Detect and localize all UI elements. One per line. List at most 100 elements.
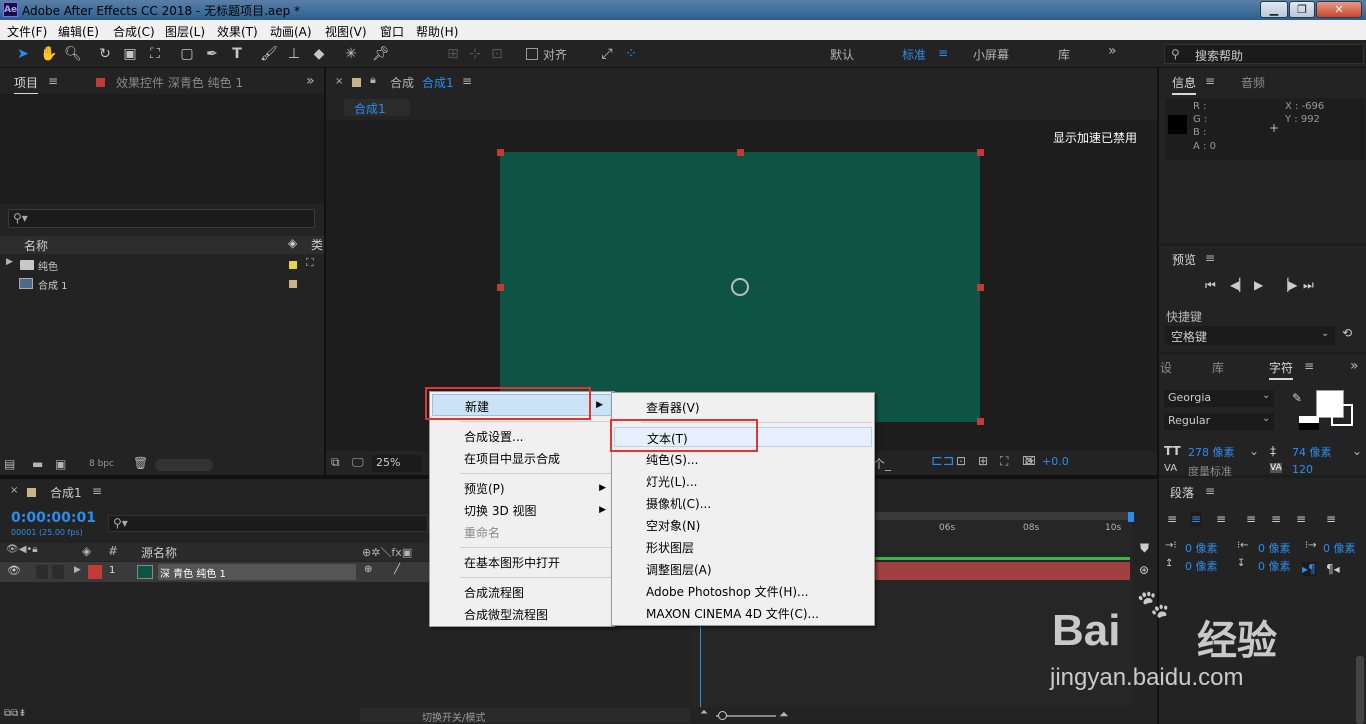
space-after-value[interactable]: 0 像素	[1258, 558, 1291, 574]
snap-target-icon[interactable]: ⁘	[622, 45, 640, 63]
menu-file[interactable]: 文件(F)	[7, 23, 47, 40]
align-center-icon[interactable]: ≡	[1191, 512, 1202, 526]
leading-value[interactable]: 74 像素	[1292, 444, 1332, 460]
type-tool-icon[interactable]: T	[228, 45, 246, 63]
transform-handle[interactable]	[497, 149, 504, 156]
ltr-direction-icon[interactable]: ▸¶	[1302, 562, 1316, 576]
pen-tool-icon[interactable]: ✒	[203, 45, 221, 63]
fast-preview-icon[interactable]: ⊏⊐	[931, 453, 954, 469]
viewer-tab-menu-icon[interactable]: ≡	[462, 74, 472, 88]
menu-item-preview[interactable]: 预览(P)	[464, 480, 505, 497]
menu-composition[interactable]: 合成(C)	[113, 23, 155, 40]
menu-item-composition-settings[interactable]: 合成设置...	[464, 428, 523, 445]
quality-switch-icon[interactable]: ╱	[394, 564, 400, 575]
eyedropper-icon[interactable]: ✎	[1292, 391, 1302, 405]
menu-item-comp-flowchart[interactable]: 合成流程图	[464, 584, 524, 601]
justify-right-icon[interactable]: ≡	[1296, 512, 1306, 526]
indent-left-value[interactable]: 0 像素	[1185, 540, 1218, 556]
menu-item-comp-mini-flowchart[interactable]: 合成微型流程图	[464, 606, 548, 623]
submenu-item-viewer[interactable]: 查看器(V)	[646, 399, 700, 416]
transform-handle[interactable]	[977, 284, 984, 291]
submenu-item-solid[interactable]: 纯色(S)...	[646, 451, 698, 468]
list-item[interactable]: 合成 1	[0, 274, 324, 293]
close-tab-icon[interactable]: ×	[335, 76, 343, 87]
paragraph-menu-icon[interactable]: ≡	[1205, 484, 1215, 498]
workspace-standard[interactable]: 标准	[902, 46, 926, 63]
transparency-grid-icon[interactable]: ⊡	[956, 454, 966, 468]
label-color-swatch[interactable]	[289, 280, 297, 288]
expand-arrow-icon[interactable]: ▶	[74, 565, 81, 575]
eraser-tool-icon[interactable]: ◆	[310, 45, 328, 63]
workspace-small-screen[interactable]: 小屏幕	[973, 46, 1009, 63]
info-menu-icon[interactable]: ≡	[1205, 74, 1215, 88]
timeline-tab[interactable]: 合成1	[50, 484, 82, 501]
menu-animation[interactable]: 动画(A)	[270, 23, 312, 40]
label-column-icon[interactable]: ◈	[288, 236, 297, 250]
table-row[interactable]: 👁︎ ▶ 1 深 青色 纯色 1 ⊕ ╱	[0, 562, 430, 582]
rtl-direction-icon[interactable]: ¶◂	[1326, 562, 1340, 576]
kern-value[interactable]: 120	[1292, 463, 1313, 476]
menu-item-open-in-essential-graphics[interactable]: 在基本图形中打开	[464, 554, 560, 571]
first-frame-icon[interactable]: ⏮	[1205, 278, 1216, 293]
panel-more-icon[interactable]: »	[1350, 358, 1359, 374]
column-name[interactable]: 名称	[24, 237, 48, 254]
breadcrumb[interactable]: 合成1	[344, 99, 410, 116]
reset-exposure-icon[interactable]: ⟳	[1025, 455, 1034, 468]
menu-layer[interactable]: 图层(L)	[165, 23, 205, 40]
last-frame-icon[interactable]: ⏭	[1303, 278, 1314, 293]
label-color-swatch[interactable]	[289, 261, 297, 269]
roto-brush-tool-icon[interactable]: ✳	[342, 45, 360, 63]
transform-handle[interactable]	[977, 149, 984, 156]
exposure-value[interactable]: +0.0	[1042, 455, 1069, 468]
workspace-default[interactable]: 默认	[830, 46, 854, 63]
submenu-item-camera[interactable]: 摄像机(C)...	[646, 495, 711, 512]
zoom-marker-icon[interactable]: ⊛	[1139, 563, 1149, 577]
tab-project[interactable]: 项目	[14, 74, 39, 95]
submenu-item-cinema4d-file[interactable]: MAXON CINEMA 4D 文件(C)...	[646, 605, 819, 622]
monitor-icon[interactable]: 🖵︎	[352, 455, 364, 470]
viewer-tab-comp[interactable]: 合成1	[422, 74, 454, 91]
timeline-menu-icon[interactable]: ≡	[92, 484, 102, 498]
fill-stroke-toggle[interactable]	[1299, 416, 1319, 430]
rectangle-tool-icon[interactable]: ▢	[178, 45, 196, 63]
comp-marker-icon[interactable]: ⛊	[1140, 541, 1149, 556]
type-column-label[interactable]: 类	[311, 236, 323, 253]
flowchart-icon[interactable]: ⛶	[1000, 454, 1008, 469]
zoom-slider-knob[interactable]	[718, 711, 727, 720]
character-menu-icon[interactable]: ≡	[1304, 359, 1314, 373]
project-search-input[interactable]: ⚲▾	[8, 209, 315, 228]
local-axis-icon[interactable]: ⊞	[444, 45, 462, 63]
always-preview-icon[interactable]: ⧉	[331, 455, 340, 470]
tracking-value[interactable]: 度量标准	[1188, 463, 1232, 479]
pan-behind-tool-icon[interactable]: ⛶	[146, 45, 164, 63]
tab-audio[interactable]: 音频	[1241, 74, 1265, 91]
submenu-item-shape-layer[interactable]: 形状图层	[646, 539, 694, 556]
work-area-end-handle[interactable]	[1128, 512, 1134, 522]
tab-library[interactable]: 库	[1212, 359, 1224, 376]
minimize-button[interactable]: ▁	[1260, 1, 1288, 18]
anchor-point-icon[interactable]	[731, 278, 749, 296]
workspace-more-button[interactable]: »	[1108, 43, 1117, 59]
zoom-dropdown[interactable]: 25%	[372, 455, 422, 472]
menu-window[interactable]: 窗口	[380, 23, 404, 40]
tab-info[interactable]: 信息	[1172, 74, 1197, 95]
justify-all-icon[interactable]: ≡	[1326, 512, 1336, 526]
list-item[interactable]: ▶ 纯色 ⛶	[0, 255, 324, 274]
transform-handle[interactable]	[977, 418, 984, 425]
next-frame-icon[interactable]: ▕▶	[1279, 278, 1297, 292]
bpc-label[interactable]: 8 bpc	[89, 459, 114, 469]
expand-arrow-icon[interactable]: ▶	[6, 257, 13, 267]
region-of-interest-icon[interactable]: ⊞	[978, 454, 988, 468]
tab-character[interactable]: 字符	[1269, 359, 1294, 380]
panel-more-icon[interactable]: »	[306, 73, 315, 89]
menu-view[interactable]: 视图(V)	[325, 23, 367, 40]
layer-name-field[interactable]: 深 青色 纯色 1	[158, 564, 356, 580]
workspace-library[interactable]: 库	[1058, 46, 1070, 63]
snap-option-icon[interactable]: ⤢	[598, 45, 616, 63]
new-folder-icon[interactable]: ▬	[32, 457, 43, 471]
toggle-switches-modes-bar[interactable]: 切换开关/模式	[360, 708, 690, 724]
shortcut-dropdown[interactable]: 空格键 ⌄	[1165, 326, 1335, 345]
breadcrumb-comp[interactable]: 合成1	[354, 100, 386, 117]
new-composition-icon[interactable]: ▣	[55, 457, 66, 471]
submenu-item-light[interactable]: 灯光(L)...	[646, 473, 698, 490]
